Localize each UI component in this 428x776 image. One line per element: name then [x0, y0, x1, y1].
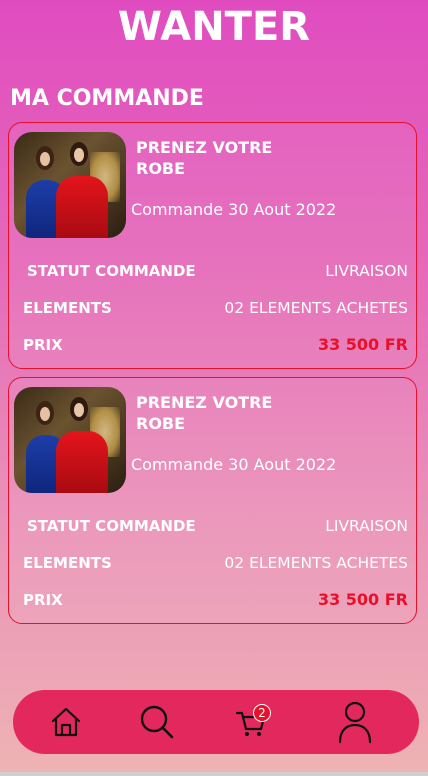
nav-search-button[interactable] [127, 690, 187, 754]
order-card[interactable]: PRENEZ VOTRE ROBE Commande 30 Aout 2022 … [8, 122, 417, 369]
status-value: LIVRAISON [325, 262, 408, 280]
bottom-nav: 2 [13, 690, 419, 754]
elements-value: 02 ELEMENTS ACHETES [224, 299, 408, 317]
product-image [14, 387, 126, 493]
price-value: 33 500 FR [317, 590, 408, 609]
app-logo: WANTER [117, 4, 311, 50]
nav-profile-button[interactable] [325, 690, 385, 754]
user-icon [338, 701, 372, 744]
product-image [14, 132, 126, 238]
home-indicator [0, 772, 428, 776]
nav-home-button[interactable] [36, 690, 96, 754]
elements-label: ELEMENTS [23, 554, 112, 572]
order-date: Commande 30 Aout 2022 [131, 455, 337, 474]
price-label: PRIX [23, 591, 63, 609]
price-value: 33 500 FR [317, 335, 408, 354]
order-date: Commande 30 Aout 2022 [131, 200, 337, 219]
nav-cart-button[interactable]: 2 [221, 690, 281, 754]
home-icon [51, 707, 81, 737]
product-title: PRENEZ VOTRE ROBE [136, 393, 273, 433]
app-screen: WANTER MA COMMANDE PRENEZ VOTRE ROBE Com… [0, 0, 428, 772]
cart-count-badge: 2 [253, 704, 271, 722]
search-icon [140, 705, 174, 739]
price-label: PRIX [23, 336, 63, 354]
elements-label: ELEMENTS [23, 299, 112, 317]
product-title: PRENEZ VOTRE ROBE [136, 138, 273, 178]
elements-value: 02 ELEMENTS ACHETES [224, 554, 408, 572]
order-card[interactable]: PRENEZ VOTRE ROBE Commande 30 Aout 2022 … [8, 377, 417, 624]
status-label: STATUT COMMANDE [27, 262, 196, 280]
status-value: LIVRAISON [325, 517, 408, 535]
status-label: STATUT COMMANDE [27, 517, 196, 535]
page-title: MA COMMANDE [10, 86, 204, 111]
